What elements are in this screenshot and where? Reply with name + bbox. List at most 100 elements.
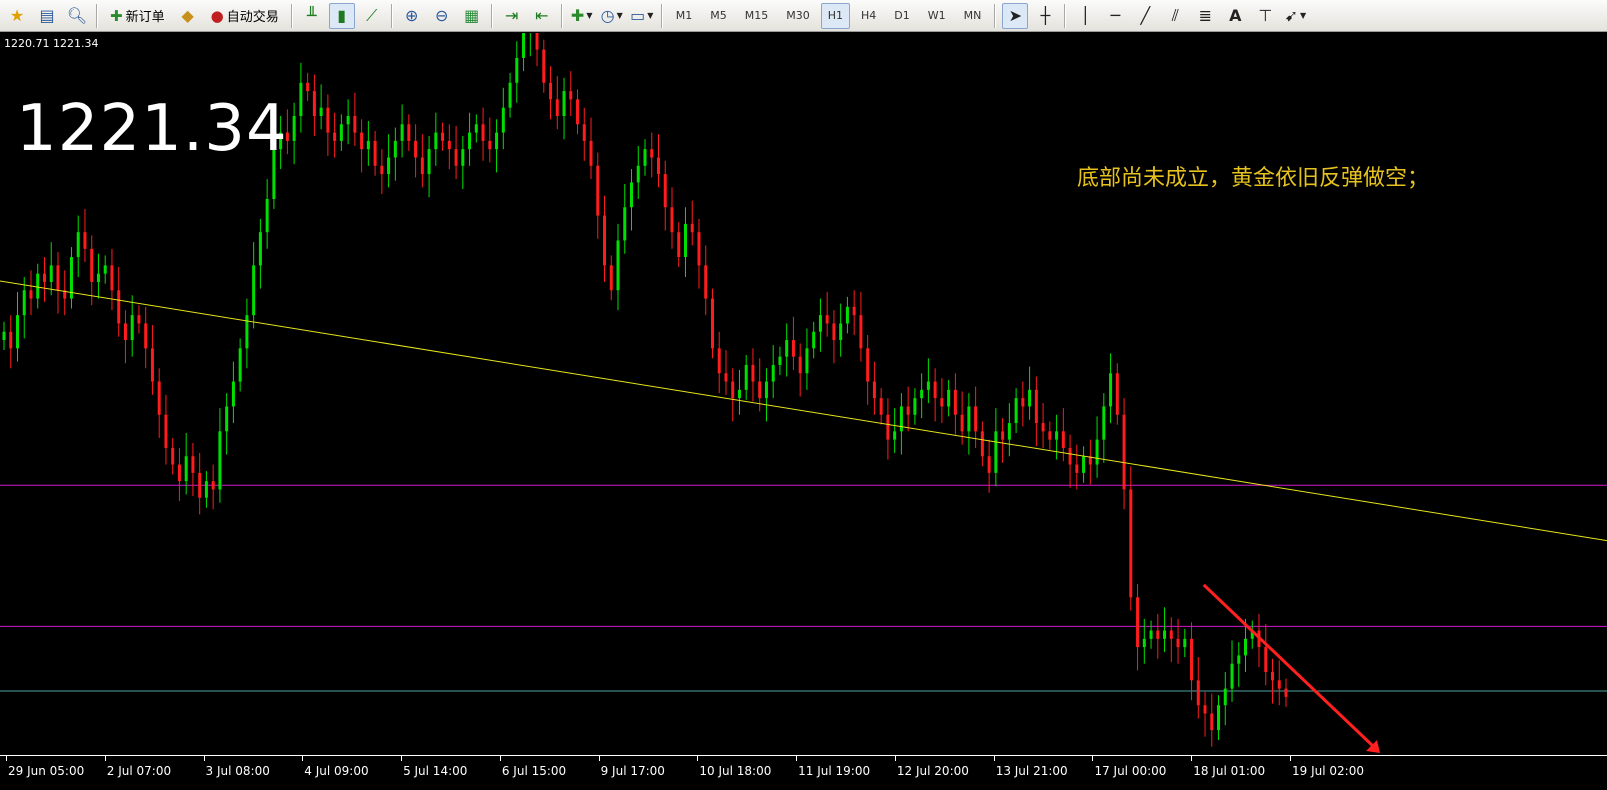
candle-body bbox=[474, 124, 478, 133]
candle-body bbox=[366, 140, 370, 150]
candle-body bbox=[339, 124, 343, 141]
vertical-line-icon[interactable]: │ bbox=[1072, 3, 1098, 29]
candle-body bbox=[434, 132, 438, 150]
periods-icon[interactable]: ◷ ▼ bbox=[599, 3, 625, 29]
tile-windows-icon[interactable]: ▦ bbox=[459, 3, 485, 29]
candle-body bbox=[569, 91, 573, 100]
timeframe-m30[interactable]: M30 bbox=[779, 3, 817, 29]
line-chart-icon[interactable]: ⟋ bbox=[359, 3, 385, 29]
timeframe-h4[interactable]: H4 bbox=[854, 3, 883, 29]
candle-body bbox=[42, 273, 46, 282]
timeframe-m15[interactable]: M15 bbox=[738, 3, 776, 29]
timeframe-m5[interactable]: M5 bbox=[703, 3, 734, 29]
auto-trading-button[interactable]: ● 自动交易 bbox=[205, 3, 285, 29]
zoom-out-icon[interactable]: ⊖ bbox=[429, 3, 455, 29]
time-label: 12 Jul 20:00 bbox=[896, 764, 969, 778]
timeframe-w1[interactable]: W1 bbox=[921, 3, 953, 29]
candle-body bbox=[306, 82, 310, 92]
candle-body bbox=[623, 207, 627, 241]
toolbar-divider bbox=[390, 3, 393, 28]
candle-body bbox=[704, 265, 708, 299]
trendline-icon[interactable]: ╱ bbox=[1132, 3, 1158, 29]
templates-icon[interactable]: ▭ ▼ bbox=[629, 3, 655, 29]
candle-body bbox=[90, 248, 94, 282]
chevron-down-icon: ▼ bbox=[1299, 11, 1307, 20]
timeframe-m1[interactable]: M1 bbox=[669, 3, 700, 29]
new-order-button[interactable]: ✚ 新订单 bbox=[104, 3, 171, 29]
profiles-icon[interactable]: ▤ bbox=[34, 3, 60, 29]
candle-body bbox=[83, 232, 87, 249]
candle-body bbox=[643, 149, 647, 166]
candle-body bbox=[2, 331, 6, 341]
candle-body bbox=[947, 389, 951, 407]
time-label: 13 Jul 21:00 bbox=[995, 764, 1068, 778]
time-tick bbox=[104, 756, 106, 761]
candle-body bbox=[9, 331, 13, 349]
metaeditor-icon[interactable]: ◆ bbox=[175, 3, 201, 29]
candle-body bbox=[184, 456, 188, 482]
candle-body bbox=[596, 165, 600, 216]
toolbar-divider bbox=[660, 3, 663, 28]
horizontal-line-icon[interactable]: ─ bbox=[1102, 3, 1128, 29]
auto-trading-label: 自动交易 bbox=[226, 10, 279, 25]
cursor-icon[interactable]: ➤ bbox=[1002, 2, 1029, 29]
candle-body bbox=[690, 223, 694, 233]
candlestick-icon[interactable]: ▮ bbox=[328, 2, 355, 29]
arrows-icon[interactable]: ➹ ▼ bbox=[1282, 3, 1308, 29]
candle-body bbox=[454, 149, 458, 166]
time-tick bbox=[796, 756, 798, 761]
auto-scroll-icon[interactable]: ⇥ bbox=[499, 3, 525, 29]
candle-body bbox=[940, 398, 944, 407]
candle-body bbox=[542, 49, 546, 83]
candle-body bbox=[407, 124, 411, 141]
trendline bbox=[0, 280, 1607, 542]
candle-body bbox=[346, 115, 350, 125]
candle-body bbox=[845, 306, 849, 324]
candle-body bbox=[1237, 655, 1241, 664]
candle-body bbox=[616, 240, 620, 291]
candle-body bbox=[245, 315, 249, 349]
time-axis: 29 Jun 05:00 2 Jul 07:00 3 Jul 08:00 4 Jul … bbox=[0, 755, 1607, 790]
candle-body bbox=[758, 381, 762, 399]
candle-body bbox=[778, 356, 782, 365]
candle-body bbox=[825, 315, 829, 324]
chart-shift-icon[interactable]: ⇤ bbox=[529, 3, 555, 29]
text-label-icon[interactable]: ⊤ bbox=[1252, 3, 1278, 29]
candle-body bbox=[252, 265, 256, 316]
candle-body bbox=[1244, 638, 1248, 656]
candle-body bbox=[549, 82, 553, 100]
navigator-icon[interactable]: 🔍︎ bbox=[64, 3, 90, 29]
candle-body bbox=[839, 323, 843, 341]
candle-body bbox=[893, 431, 897, 440]
zoom-in-icon[interactable]: ⊕ bbox=[399, 3, 425, 29]
bar-chart-icon[interactable]: ╨ bbox=[299, 3, 325, 29]
timeframe-mn[interactable]: MN bbox=[957, 3, 989, 29]
time-tick bbox=[993, 756, 995, 761]
candle-body bbox=[650, 149, 654, 158]
candle-body bbox=[1068, 447, 1072, 465]
new-chart-icon[interactable]: ★ bbox=[4, 3, 30, 29]
time-tick bbox=[1191, 756, 1193, 761]
indicators-icon[interactable]: ✚ ▼ bbox=[569, 3, 595, 29]
candle-body bbox=[150, 348, 154, 382]
candle-body bbox=[1041, 423, 1045, 432]
toolbar-divider bbox=[994, 3, 997, 28]
candle-body bbox=[1223, 688, 1227, 706]
candle-body bbox=[488, 140, 492, 150]
timeframe-d1[interactable]: D1 bbox=[887, 3, 916, 29]
candle-body bbox=[1156, 630, 1160, 639]
candle-body bbox=[960, 414, 964, 432]
text-tool-icon[interactable]: A bbox=[1222, 3, 1248, 29]
candle-body bbox=[1142, 638, 1146, 648]
toolbar-divider bbox=[1064, 3, 1067, 28]
candle-body bbox=[414, 140, 418, 158]
candle-body bbox=[832, 323, 836, 341]
fibonacci-icon[interactable]: ≣ bbox=[1192, 3, 1218, 29]
crosshair-icon[interactable]: ┼ bbox=[1032, 3, 1058, 29]
candle-body bbox=[987, 456, 991, 473]
candle-body bbox=[1034, 389, 1038, 424]
candle-body bbox=[1203, 705, 1207, 714]
timeframe-h1[interactable]: H1 bbox=[820, 2, 850, 29]
candle-body bbox=[353, 115, 357, 133]
equidistant-channel-icon[interactable]: ⫽ bbox=[1162, 3, 1188, 29]
